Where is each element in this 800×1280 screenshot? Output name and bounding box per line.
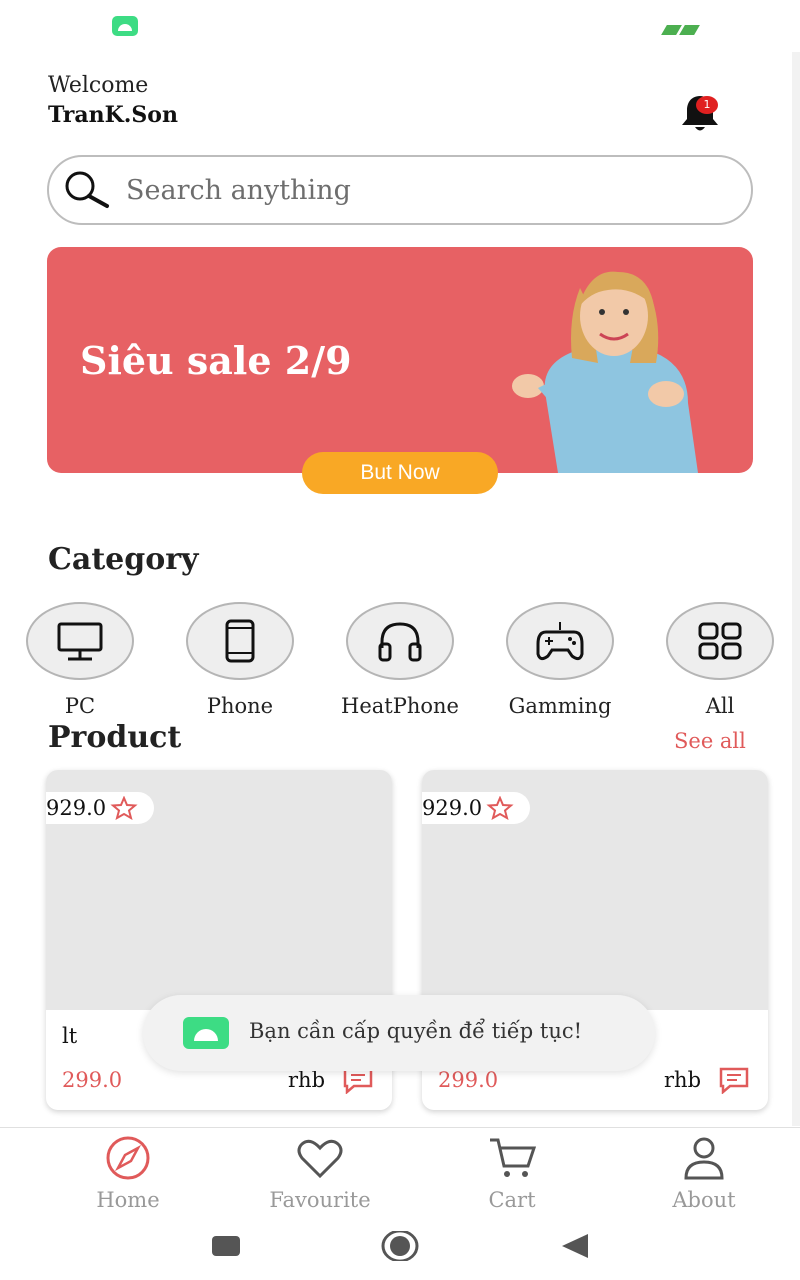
user-icon [684, 1137, 724, 1180]
category-label: Phone [206, 694, 274, 718]
product-unit: rhb [664, 1068, 702, 1092]
nav-item-cart[interactable]: Cart [412, 1128, 612, 1226]
toast-message: Bạn cần cấp quyền để tiếp tục! [249, 1019, 583, 1043]
android-notification-icon [112, 16, 138, 36]
rating-badge: 929.0 [46, 792, 154, 824]
bottom-navigation: Home Favourite Cart About [0, 1127, 800, 1225]
banner-model-image [512, 271, 698, 473]
category-title: Category [48, 542, 199, 577]
category-circle [666, 602, 774, 680]
star-icon[interactable] [486, 796, 514, 820]
username: TranK.Son [48, 102, 178, 128]
category-item-headphone[interactable]: HeatPhone [320, 602, 480, 722]
category-circle [346, 602, 454, 680]
phone-icon [225, 619, 255, 663]
network-status-icon [661, 20, 702, 35]
rating-value: 929.0 [46, 796, 107, 820]
search-input[interactable] [126, 171, 726, 209]
category-circle [26, 602, 134, 680]
product-price: 299.0 [62, 1068, 123, 1092]
category-label: Gamming [508, 694, 612, 718]
system-navigation-bar [0, 1225, 800, 1280]
rating-badge: 929.0 [422, 792, 530, 824]
category-item-all[interactable]: All [640, 602, 800, 722]
category-item-pc[interactable]: PC [0, 602, 160, 722]
category-circle [186, 602, 294, 680]
home-button-icon[interactable] [380, 1231, 420, 1261]
nav-item-favourite[interactable]: Favourite [220, 1128, 420, 1226]
grid-icon [698, 622, 742, 660]
gamepad-icon [536, 622, 584, 661]
heart-icon [297, 1139, 343, 1179]
scroll-track [792, 52, 800, 1126]
permission-toast: Bạn cần cấp quyền để tiếp tục! [143, 995, 655, 1071]
android-app-icon [183, 1017, 229, 1049]
nav-label: Cart [488, 1188, 536, 1212]
cart-icon [490, 1138, 536, 1177]
star-icon[interactable] [110, 796, 138, 820]
nav-item-home[interactable]: Home [28, 1128, 228, 1226]
product-title: Product [48, 720, 182, 755]
category-circle [506, 602, 614, 680]
category-item-gaming[interactable]: Gamming [480, 602, 640, 722]
compass-icon [106, 1136, 150, 1180]
welcome-label: Welcome [48, 73, 149, 98]
nav-label: Favourite [269, 1188, 371, 1212]
search-icon [65, 171, 109, 208]
category-item-phone[interactable]: Phone [160, 602, 320, 722]
product-unit: rhb [288, 1068, 326, 1092]
rating-value: 929.0 [422, 796, 483, 820]
nav-label: Home [96, 1188, 160, 1212]
category-label: All [705, 694, 735, 718]
buy-now-button[interactable]: But Now [302, 452, 498, 494]
category-label: PC [64, 694, 96, 718]
banner-title: Siêu sale 2/9 [80, 338, 352, 383]
product-price: 299.0 [438, 1068, 499, 1092]
recent-apps-icon[interactable] [211, 1235, 241, 1257]
product-name: lt [62, 1024, 78, 1048]
nav-item-about[interactable]: About [604, 1128, 800, 1226]
comment-icon[interactable] [718, 1066, 750, 1094]
category-label: HeatPhone [341, 694, 459, 718]
see-all-link[interactable]: See all [674, 729, 746, 753]
status-bar [0, 0, 800, 52]
notification-badge: 1 [696, 96, 718, 114]
monitor-icon [57, 622, 103, 661]
back-icon[interactable] [560, 1233, 590, 1259]
nav-label: About [672, 1188, 736, 1212]
headphones-icon [378, 622, 422, 662]
